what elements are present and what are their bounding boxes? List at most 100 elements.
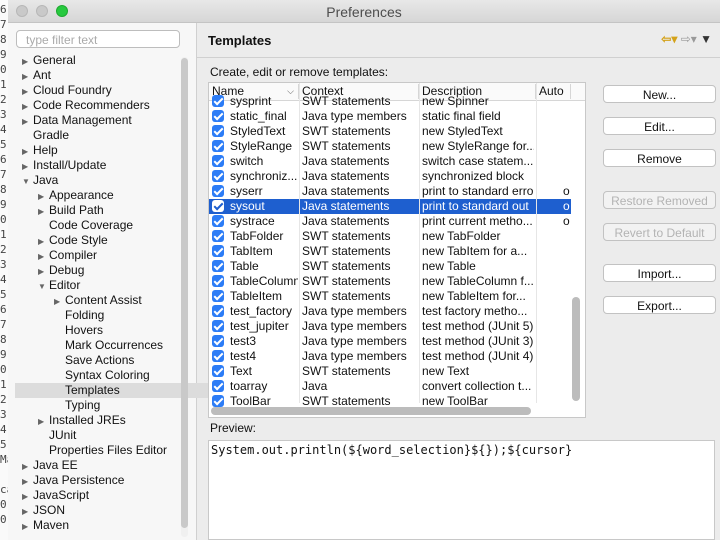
enabled-checkbox[interactable] <box>212 365 224 377</box>
table-row[interactable]: test4 Java type members test method (JUnit… <box>209 349 571 364</box>
revert-to-default-button[interactable]: Revert to Default <box>603 223 716 241</box>
tree-item-cloud-foundry[interactable]: ▶ Cloud Foundry <box>22 83 112 98</box>
tree-item-javascript[interactable]: ▶ JavaScript <box>22 488 89 503</box>
forward-arrow-icon[interactable]: ⇨▾ <box>681 32 697 46</box>
enabled-checkbox[interactable] <box>212 200 224 212</box>
expanded-twisty-icon[interactable]: ▼ <box>38 279 49 294</box>
tree-item-code-recommenders[interactable]: ▶ Code Recommenders <box>22 98 150 113</box>
table-row[interactable]: Text SWT statements new Text <box>209 364 571 379</box>
collapsed-twisty-icon[interactable]: ▶ <box>38 189 49 204</box>
enabled-checkbox[interactable] <box>212 380 224 392</box>
table-row[interactable]: sysout Java statements print to standard o… <box>209 199 571 214</box>
table-horizontal-scrollbar[interactable] <box>211 407 568 415</box>
tree-item-ant[interactable]: ▶ Ant <box>22 68 51 83</box>
enabled-checkbox[interactable] <box>212 170 224 182</box>
tree-item-debug[interactable]: ▶ Debug <box>38 263 84 278</box>
tree-item-install-update[interactable]: ▶ Install/Update <box>22 158 106 173</box>
new-button[interactable]: New... <box>603 85 716 103</box>
restore-removed-button[interactable]: Restore Removed <box>603 191 716 209</box>
table-row[interactable]: test_factory Java type members test factor… <box>209 304 571 319</box>
tree-item-typing[interactable]: Typing <box>54 398 100 413</box>
collapsed-twisty-icon[interactable]: ▶ <box>22 489 33 504</box>
edit-button[interactable]: Edit... <box>603 117 716 135</box>
collapsed-twisty-icon[interactable]: ▶ <box>22 144 33 159</box>
tree-item-properties-files-editor[interactable]: Properties Files Editor <box>38 443 167 458</box>
tree-item-syntax-coloring[interactable]: Syntax Coloring <box>54 368 150 383</box>
export-button[interactable]: Export... <box>603 296 716 314</box>
collapsed-twisty-icon[interactable]: ▶ <box>22 474 33 489</box>
collapsed-twisty-icon[interactable]: ▶ <box>22 99 33 114</box>
table-row[interactable]: TabItem SWT statements new TabItem for a..… <box>209 244 571 259</box>
enabled-checkbox[interactable] <box>212 155 224 167</box>
view-menu-icon[interactable]: ▼ <box>700 32 712 46</box>
tree-item-save-actions[interactable]: Save Actions <box>54 353 134 368</box>
back-arrow-icon[interactable]: ⇦▾ <box>661 32 677 46</box>
tree-item-data-management[interactable]: ▶ Data Management <box>22 113 132 128</box>
table-row[interactable]: test_jupiter Java type members test method… <box>209 319 571 334</box>
tree-item-general[interactable]: ▶ General <box>22 53 76 68</box>
collapsed-twisty-icon[interactable]: ▶ <box>22 84 33 99</box>
tree-scroll-thumb[interactable] <box>181 58 188 528</box>
enabled-checkbox[interactable] <box>212 260 224 272</box>
tree-scrollbar[interactable] <box>181 57 188 537</box>
enabled-checkbox[interactable] <box>212 350 224 362</box>
collapsed-twisty-icon[interactable]: ▶ <box>38 249 49 264</box>
enabled-checkbox[interactable] <box>212 305 224 317</box>
table-row[interactable]: test3 Java type members test method (JUnit… <box>209 334 571 349</box>
table-row[interactable]: toarray Java convert collection t... <box>209 379 571 394</box>
table-row[interactable]: static_final Java type members static fina… <box>209 109 571 124</box>
table-row[interactable]: systrace Java statements print current met… <box>209 214 571 229</box>
table-row[interactable]: syserr Java statements print to standard e… <box>209 184 571 199</box>
tree-item-folding[interactable]: Folding <box>54 308 104 323</box>
table-row[interactable]: Table SWT statements new Table <box>209 259 571 274</box>
collapsed-twisty-icon[interactable]: ▶ <box>22 459 33 474</box>
tree-item-java-ee[interactable]: ▶ Java EE <box>22 458 78 473</box>
tree-item-java[interactable]: ▼ Java <box>22 173 58 188</box>
tree-item-help[interactable]: ▶ Help <box>22 143 58 158</box>
tree-item-json[interactable]: ▶ JSON <box>22 503 65 518</box>
collapsed-twisty-icon[interactable]: ▶ <box>38 204 49 219</box>
tree-item-hovers[interactable]: Hovers <box>54 323 103 338</box>
remove-button[interactable]: Remove <box>603 149 716 167</box>
enabled-checkbox[interactable] <box>212 185 224 197</box>
table-row[interactable]: StyleRange SWT statements new StyleRange f… <box>209 139 571 154</box>
enabled-checkbox[interactable] <box>212 230 224 242</box>
collapsed-twisty-icon[interactable]: ▶ <box>38 414 49 429</box>
table-row[interactable]: synchroniz... Java statements synchronized… <box>209 169 571 184</box>
tree-item-build-path[interactable]: ▶ Build Path <box>38 203 104 218</box>
enabled-checkbox[interactable] <box>212 290 224 302</box>
enabled-checkbox[interactable] <box>212 395 224 407</box>
enabled-checkbox[interactable] <box>212 215 224 227</box>
enabled-checkbox[interactable] <box>212 95 224 107</box>
expanded-twisty-icon[interactable]: ▼ <box>22 174 33 189</box>
tree-item-content-assist[interactable]: ▶ Content Assist <box>54 293 142 308</box>
table-vscroll-thumb[interactable] <box>572 297 580 401</box>
collapsed-twisty-icon[interactable]: ▶ <box>22 504 33 519</box>
collapsed-twisty-icon[interactable]: ▶ <box>22 519 33 534</box>
collapsed-twisty-icon[interactable]: ▶ <box>38 264 49 279</box>
table-row[interactable]: switch Java statements switch case statem.… <box>209 154 571 169</box>
tree-item-code-style[interactable]: ▶ Code Style <box>38 233 108 248</box>
table-row[interactable]: TableItem SWT statements new TableItem for… <box>209 289 571 304</box>
table-row[interactable]: StyledText SWT statements new StyledText <box>209 124 571 139</box>
enabled-checkbox[interactable] <box>212 140 224 152</box>
tree-item-java-persistence[interactable]: ▶ Java Persistence <box>22 473 124 488</box>
tree-item-editor[interactable]: ▼ Editor <box>38 278 80 293</box>
enabled-checkbox[interactable] <box>212 320 224 332</box>
tree-item-code-coverage[interactable]: Code Coverage <box>38 218 133 233</box>
tree-item-appearance[interactable]: ▶ Appearance <box>38 188 114 203</box>
collapsed-twisty-icon[interactable]: ▶ <box>22 114 33 129</box>
collapsed-twisty-icon[interactable]: ▶ <box>22 54 33 69</box>
tree-item-installed-jres[interactable]: ▶ Installed JREs <box>38 413 126 428</box>
collapsed-twisty-icon[interactable]: ▶ <box>38 234 49 249</box>
collapsed-twisty-icon[interactable]: ▶ <box>22 69 33 84</box>
tree-item-gradle[interactable]: Gradle <box>22 128 69 143</box>
import-button[interactable]: Import... <box>603 264 716 282</box>
enabled-checkbox[interactable] <box>212 245 224 257</box>
tree-item-junit[interactable]: JUnit <box>38 428 76 443</box>
table-vertical-scrollbar[interactable] <box>572 101 580 401</box>
collapsed-twisty-icon[interactable]: ▶ <box>54 294 65 309</box>
table-row[interactable]: TableColumn SWT statements new TableColumn… <box>209 274 571 289</box>
tree-item-compiler[interactable]: ▶ Compiler <box>38 248 97 263</box>
tree-item-mark-occurrences[interactable]: Mark Occurrences <box>54 338 163 353</box>
